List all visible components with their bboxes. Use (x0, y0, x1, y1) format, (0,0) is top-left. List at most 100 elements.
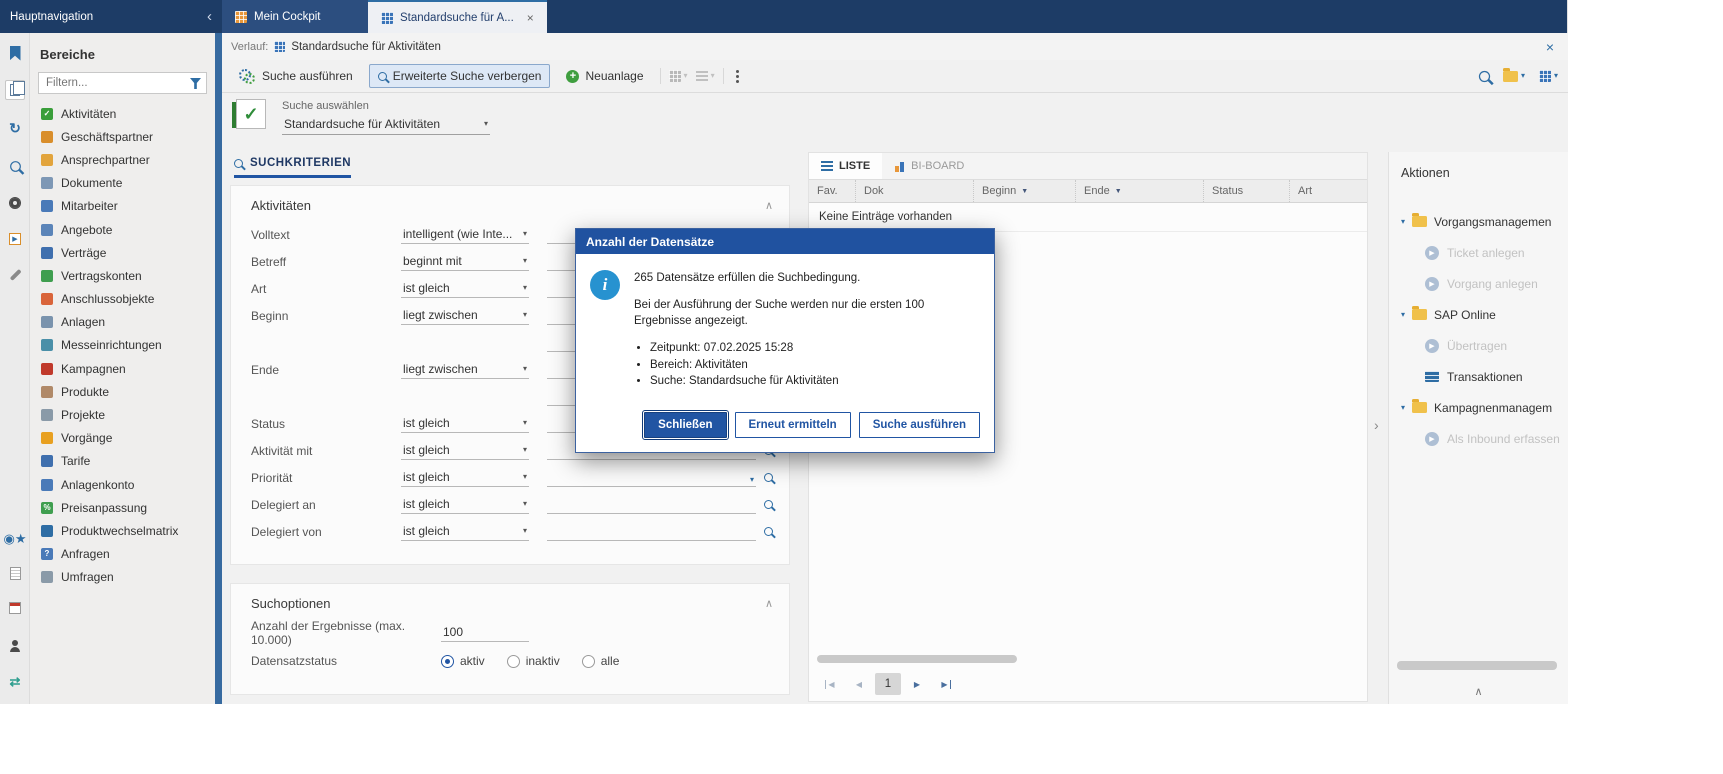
export-button[interactable]: ▾ (1539, 70, 1558, 82)
lookup-search-icon[interactable] (764, 500, 773, 509)
previous-page-button[interactable]: ◀ (846, 673, 872, 695)
scroll-up-icon[interactable]: ∧ (1474, 685, 1482, 698)
redetermine-button[interactable]: Erneut ermitteln (735, 412, 851, 438)
horizontal-scrollbar[interactable] (817, 655, 1017, 663)
add-user-icon[interactable] (5, 636, 25, 656)
sidebar-item-anfragen[interactable]: ?Anfragen (38, 543, 207, 566)
action-uebertragen[interactable]: ▶ Übertragen (1425, 330, 1568, 361)
settings-gear-icon[interactable] (5, 193, 25, 213)
search-icon[interactable] (1479, 70, 1490, 81)
sidebar-item-preisanpassung[interactable]: %Preisanpassung (38, 496, 207, 519)
sidebar-filter-input[interactable] (38, 72, 207, 94)
sidebar-item-ansprechpartner[interactable]: Ansprechpartner (38, 148, 207, 171)
collapse-section-icon[interactable]: ∧ (765, 199, 773, 212)
current-page-button[interactable]: 1 (875, 673, 901, 695)
dialog-title-bar[interactable]: Anzahl der Datensätze (576, 229, 994, 254)
operator-dropdown[interactable]: ist gleich▾ (401, 442, 529, 460)
column-status[interactable]: Status (1203, 180, 1289, 202)
column-ende[interactable]: Ende▼ (1075, 180, 1203, 202)
operator-dropdown[interactable]: ist gleich▾ (401, 469, 529, 487)
lookup-search-icon[interactable] (764, 527, 773, 536)
sidebar-item-dokumente[interactable]: Dokumente (38, 172, 207, 195)
column-fav[interactable]: Fav. (809, 180, 855, 202)
tab-liste[interactable]: LISTE (809, 153, 882, 179)
list-view-button[interactable]: ▾ (696, 71, 715, 81)
sidebar-item-anschlussobjekte[interactable]: Anschlussobjekte (38, 288, 207, 311)
column-beginn[interactable]: Beginn▼ (973, 180, 1075, 202)
column-art[interactable]: Art (1289, 180, 1367, 202)
value-input[interactable] (547, 496, 756, 514)
sidebar-item-projekte[interactable]: Projekte (38, 403, 207, 426)
operator-dropdown[interactable]: beginnt mit▾ (401, 253, 529, 271)
group-sap-online[interactable]: ▾ SAP Online (1401, 299, 1568, 330)
watchlist-eye-icon[interactable]: ◉★ (5, 528, 25, 548)
operator-dropdown[interactable]: intelligent (wie Inte...▾ (401, 226, 529, 244)
sidebar-item-anlagen[interactable]: Anlagen (38, 311, 207, 334)
close-button[interactable]: Schließen (644, 412, 726, 438)
group-vorgangsmanagement[interactable]: ▾ Vorgangsmanagemen (1401, 206, 1568, 237)
collapse-navigation-icon[interactable]: ‹ (207, 8, 212, 25)
sidebar-item-tarife[interactable]: Tarife (38, 450, 207, 473)
panel-expander-icon[interactable]: › (1374, 417, 1379, 433)
sidebar-item-produkte[interactable]: Produkte (38, 380, 207, 403)
bookmark-icon[interactable] (5, 43, 25, 63)
hide-advanced-search-button[interactable]: Erweiterte Suche verbergen (369, 64, 551, 88)
sidebar-item-messeinrichtungen[interactable]: Messeinrichtungen (38, 334, 207, 357)
grid-view-button[interactable]: ▾ (669, 70, 688, 82)
last-page-button[interactable]: ▶ (933, 673, 959, 695)
close-view-icon[interactable]: × (1546, 39, 1554, 55)
sidebar-item-produktwechselmatrix[interactable]: Produktwechselmatrix (38, 519, 207, 542)
collapse-section-icon[interactable]: ∧ (765, 597, 773, 610)
open-folder-button[interactable]: ▾ (1503, 71, 1525, 82)
tab-mein-cockpit[interactable]: Mein Cockpit (222, 0, 368, 33)
breadcrumb-link[interactable]: Standardsuche für Aktivitäten (291, 41, 441, 53)
media-icon[interactable]: ▶ (5, 229, 25, 249)
operator-dropdown[interactable]: ist gleich▾ (401, 415, 529, 433)
actions-scrollbar[interactable] (1397, 661, 1557, 670)
notes-icon[interactable] (5, 563, 25, 583)
tools-wrench-icon[interactable] (5, 265, 25, 285)
sidebar-item-mitarbeiter[interactable]: Mitarbeiter (38, 195, 207, 218)
operator-dropdown[interactable]: ist gleich▾ (401, 280, 529, 298)
sync-arrows-icon[interactable]: ⇄ (5, 671, 25, 691)
run-search-button[interactable]: Suche ausführen (231, 65, 361, 88)
sidebar-item-anlagenkonto[interactable]: Anlagenkonto (38, 473, 207, 496)
sidebar-item-umfragen[interactable]: Umfragen (38, 566, 207, 589)
run-search-dialog-button[interactable]: Suche ausführen (859, 412, 980, 438)
first-page-button[interactable]: ◀ (817, 673, 843, 695)
radio-aktiv[interactable]: aktiv (441, 654, 485, 668)
operator-dropdown[interactable]: ist gleich▾ (401, 496, 529, 514)
operator-dropdown[interactable]: liegt zwischen▾ (401, 307, 529, 325)
new-record-button[interactable]: + Neuanlage (558, 65, 651, 87)
history-icon[interactable]: ↻ (5, 118, 25, 138)
documents-icon[interactable] (5, 80, 25, 100)
action-als-inbound-erfassen[interactable]: ▶ Als Inbound erfassen (1425, 423, 1568, 454)
lookup-search-icon[interactable] (764, 473, 773, 482)
search-select-dropdown[interactable]: Standardsuche für Aktivitäten ▾ (282, 115, 490, 135)
sidebar-item-geschaeftspartner[interactable]: Geschäftspartner (38, 125, 207, 148)
column-dok[interactable]: Dok (855, 180, 973, 202)
radio-alle[interactable]: alle (582, 654, 620, 668)
more-options-kebab-icon[interactable] (736, 70, 739, 73)
value-input[interactable] (547, 523, 756, 541)
sidebar-item-aktivitaeten[interactable]: ✓Aktivitäten (38, 102, 207, 125)
sidebar-item-vertraege[interactable]: Verträge (38, 241, 207, 264)
value-dropdown[interactable]: ▾ (547, 469, 756, 487)
close-tab-icon[interactable]: × (527, 11, 534, 25)
next-page-button[interactable]: ▶ (904, 673, 930, 695)
search-icon[interactable] (5, 156, 25, 176)
sidebar-item-vertragskonten[interactable]: Vertragskonten (38, 264, 207, 287)
sidebar-item-kampagnen[interactable]: Kampagnen (38, 357, 207, 380)
action-transaktionen[interactable]: Transaktionen (1425, 361, 1568, 392)
action-ticket-anlegen[interactable]: ▶ Ticket anlegen (1425, 237, 1568, 268)
sidebar-divider[interactable] (215, 33, 222, 704)
action-vorgang-anlegen[interactable]: ▶ Vorgang anlegen (1425, 268, 1568, 299)
radio-inaktiv[interactable]: inaktiv (507, 654, 560, 668)
tab-standardsuche[interactable]: Standardsuche für A... × (368, 0, 547, 33)
group-kampagnenmanagement[interactable]: ▾ Kampagnenmanagem (1401, 392, 1568, 423)
sidebar-item-angebote[interactable]: Angebote (38, 218, 207, 241)
operator-dropdown[interactable]: ist gleich▾ (401, 523, 529, 541)
sidebar-item-vorgaenge[interactable]: Vorgänge (38, 427, 207, 450)
tab-bi-board[interactable]: BI-BOARD (882, 153, 976, 179)
max-results-input[interactable]: 100 (441, 624, 529, 642)
